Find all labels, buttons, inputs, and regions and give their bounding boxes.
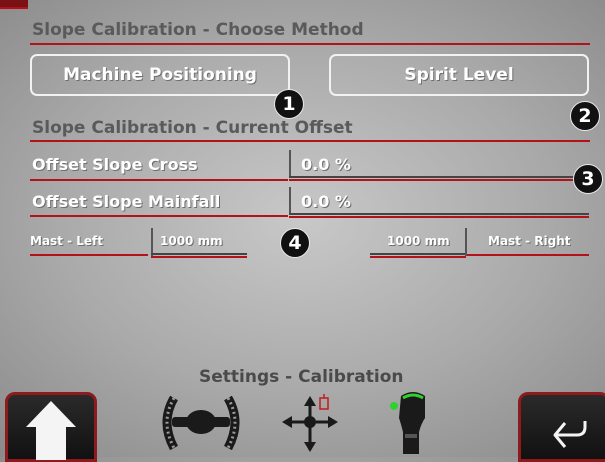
axle-slope-icon	[162, 395, 240, 451]
mast-right-label: Mast - Right	[488, 234, 571, 248]
offset-slope-cross-label-underline	[30, 179, 288, 181]
move-arrows-button[interactable]	[280, 392, 342, 454]
offset-slope-cross-value-underline	[289, 176, 589, 178]
mast-right-value-underline	[370, 253, 466, 255]
joystick-button[interactable]	[383, 388, 439, 454]
mast-left-value[interactable]: 1000 mm	[160, 234, 223, 248]
back-button[interactable]	[518, 392, 605, 462]
offset-slope-mainfall-label-underline	[30, 215, 288, 217]
mast-left-value-red	[151, 256, 247, 258]
offset-slope-mainfall-divider	[289, 187, 291, 215]
offset-slope-mainfall-value-underline	[289, 213, 589, 215]
mast-left-label: Mast - Left	[30, 234, 103, 248]
badge-3: 3	[573, 164, 603, 194]
choose-method-title: Slope Calibration - Choose Method	[32, 20, 364, 40]
mast-right-value[interactable]: 1000 mm	[387, 234, 450, 248]
mast-right-label-underline	[467, 254, 589, 256]
mast-right-value-red	[370, 256, 466, 258]
footer-title: Settings - Calibration	[199, 367, 404, 387]
mast-left-divider	[151, 228, 153, 256]
offset-slope-cross-value[interactable]: 0.0 %	[301, 155, 351, 174]
offset-slope-mainfall-value[interactable]: 0.0 %	[301, 192, 351, 211]
top-corner-tab	[0, 0, 28, 9]
badge-1: 1	[274, 89, 304, 119]
badge-2: 2	[570, 101, 600, 131]
mast-left-label-underline	[30, 254, 148, 256]
move-arrows-icon	[282, 394, 338, 452]
choose-method-underline	[30, 43, 590, 45]
offset-slope-cross-label: Offset Slope Cross	[32, 155, 198, 174]
badge-4: 4	[280, 228, 310, 258]
home-button[interactable]	[5, 392, 97, 462]
joystick-icon	[390, 392, 425, 454]
offset-slope-cross-value-red	[289, 179, 589, 181]
mast-left-value-underline	[151, 253, 247, 255]
machine-positioning-button[interactable]: Machine Positioning	[30, 54, 290, 96]
back-icon	[553, 421, 587, 448]
machine-positioning-label: Machine Positioning	[63, 65, 257, 85]
offset-slope-cross-divider	[289, 150, 291, 178]
mast-right-divider	[465, 228, 467, 256]
current-offset-underline	[30, 140, 590, 142]
home-icon	[26, 401, 76, 460]
axle-slope-button[interactable]	[158, 392, 244, 454]
spirit-level-label: Spirit Level	[404, 65, 514, 85]
spirit-level-button[interactable]: Spirit Level	[329, 54, 589, 96]
current-offset-title: Slope Calibration - Current Offset	[32, 118, 353, 138]
offset-slope-mainfall-value-red	[289, 216, 589, 218]
offset-slope-mainfall-label: Offset Slope Mainfall	[32, 192, 221, 211]
